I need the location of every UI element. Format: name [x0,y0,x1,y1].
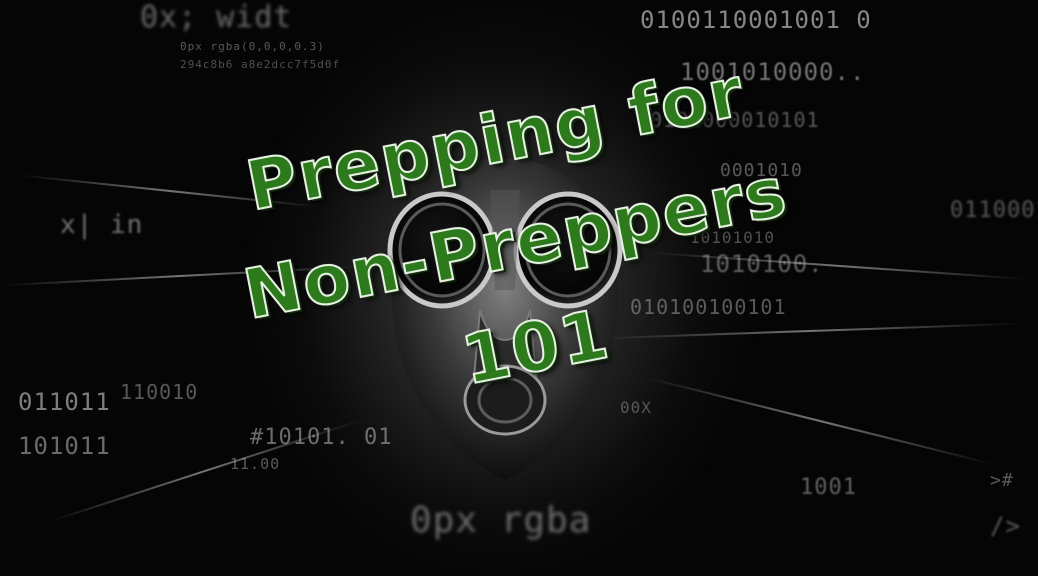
binary-fragment: 101011 [18,432,111,460]
code-fragment: x| in [60,210,144,240]
code-fragment: 294c8b6 a8e2dcc7f5d0f [180,58,341,71]
code-fragment: /> [990,512,1021,540]
binary-fragment: 110010 [120,380,199,404]
code-fragment: 0px rgba(0,0,0,0.3) [180,40,325,53]
binary-fragment: 010100100101 [630,295,787,319]
code-fragment: 0px rgba [410,500,592,541]
binary-fragment: 011011 [18,388,111,416]
code-fragment: 0x; widt [140,0,293,35]
light-streak [20,174,320,208]
binary-fragment: 1001 [800,475,857,500]
binary-fragment: 0110001 [950,198,1038,223]
hero-banner: 0x; widt 0100110001001 0 1001010000.. 01… [0,0,1038,576]
binary-fragment: 0101000010101 [650,108,820,132]
light-streak [0,265,360,287]
binary-fragment: 0001010 [720,160,803,181]
gas-mask-image [387,158,623,480]
code-fragment: ># [990,470,1014,491]
light-streak [645,376,995,466]
binary-fragment: 11.00 [230,455,281,473]
binary-fragment: 10101010 [690,228,776,247]
binary-fragment: 1001010000.. [680,58,866,86]
light-streak [600,322,1020,340]
binary-fragment: 0100110001001 0 [640,6,872,34]
